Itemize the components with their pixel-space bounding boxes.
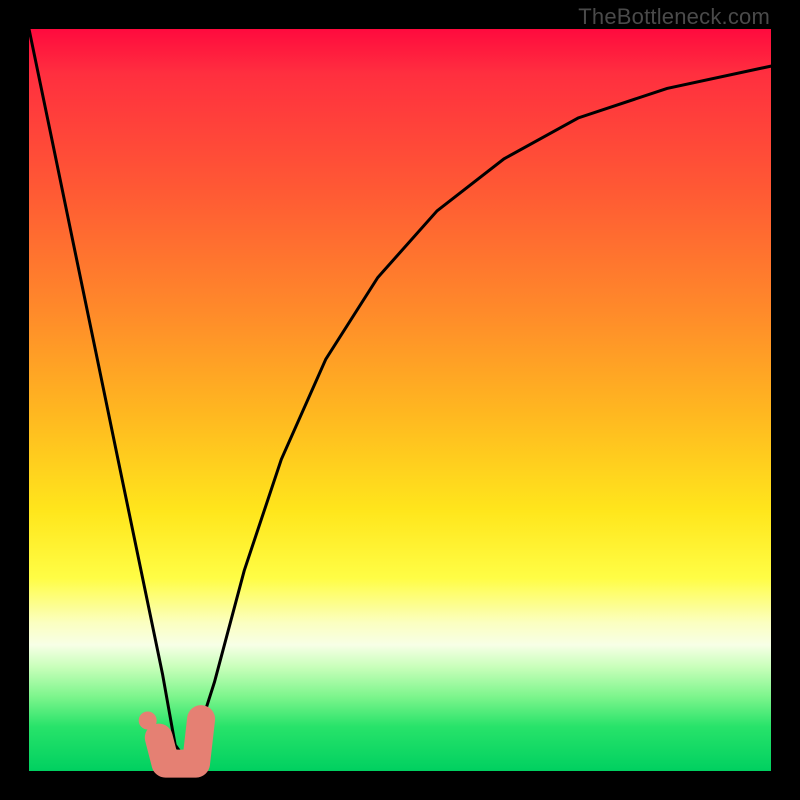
highlight-dot bbox=[139, 712, 157, 730]
watermark-text: TheBottleneck.com bbox=[578, 4, 770, 30]
chart-svg bbox=[29, 29, 771, 771]
outer-frame: TheBottleneck.com bbox=[0, 0, 800, 800]
bottleneck-curve bbox=[29, 29, 771, 764]
highlight-hook bbox=[159, 719, 201, 764]
